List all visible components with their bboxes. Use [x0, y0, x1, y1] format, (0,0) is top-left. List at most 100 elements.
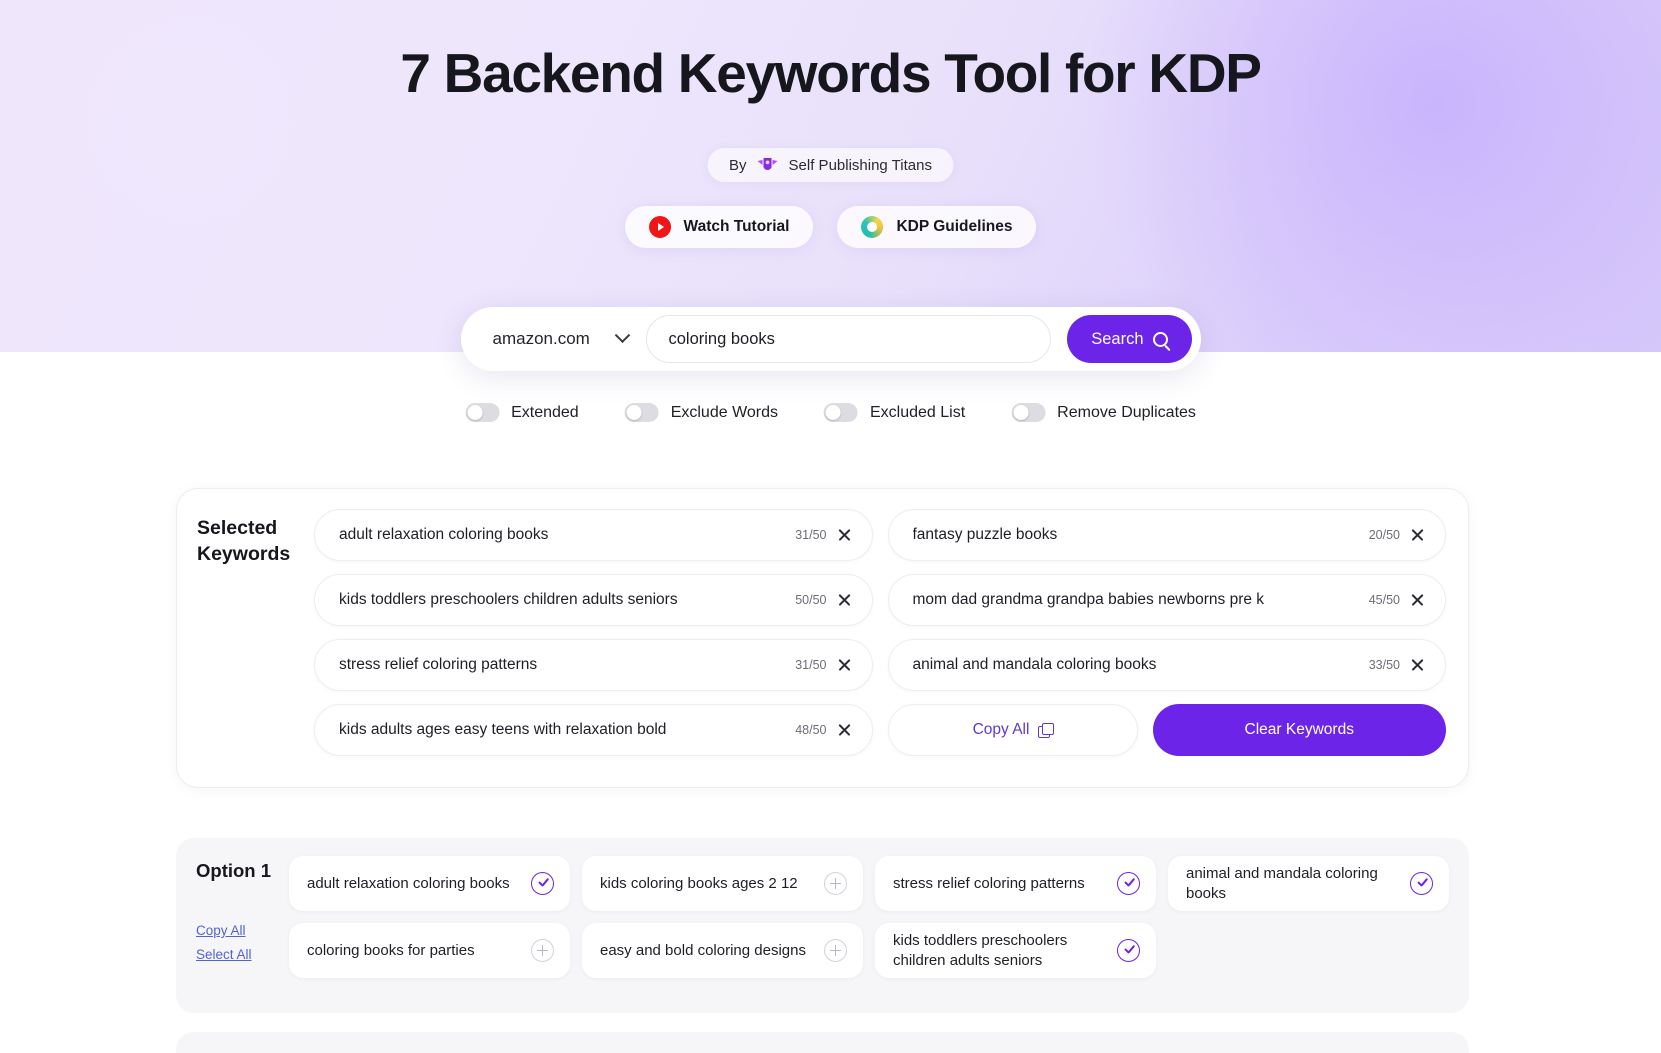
selected-keywords-title: Selected Keywords	[197, 517, 291, 566]
option-keyword-item[interactable]: kids coloring books ages 2 12	[582, 856, 863, 911]
selected-keyword-text: fantasy puzzle books	[912, 526, 1058, 543]
remove-keyword-icon[interactable]	[1410, 528, 1425, 543]
option-keyword-item[interactable]: kids toddlers preschoolers children adul…	[875, 923, 1156, 978]
page-title: 7 Backend Keywords Tool for KDP	[400, 42, 1262, 104]
option-keyword-item[interactable]: easy and bold coloring designs	[582, 923, 863, 978]
plus-circle-icon[interactable]	[824, 872, 847, 895]
selected-keyword-row: mom dad grandma grandpa babies newborns …	[887, 574, 1446, 626]
check-circle-icon[interactable]	[1117, 939, 1140, 962]
check-circle-icon[interactable]	[1117, 872, 1140, 895]
hero-banner: 7 Backend Keywords Tool for KDP By Self …	[0, 0, 1661, 352]
chevron-down-icon	[614, 326, 630, 343]
selected-keyword-count: 50/50	[795, 593, 827, 607]
selected-keyword-text: animal and mandala coloring books	[912, 656, 1157, 673]
check-circle-icon[interactable]	[531, 872, 554, 895]
plus-circle-icon[interactable]	[824, 939, 847, 962]
selected-keyword-count: 31/50	[795, 528, 827, 542]
selected-keyword-count: 48/50	[795, 723, 827, 737]
selected-keyword-row: adult relaxation coloring books 31/50	[314, 509, 873, 561]
option-keyword-item[interactable]: stress relief coloring patterns	[875, 856, 1156, 911]
clear-keywords-label: Clear Keywords	[1244, 721, 1354, 738]
copy-all-selected-label: Copy All	[972, 721, 1030, 738]
youtube-icon	[648, 216, 671, 238]
selected-keyword-count: 33/50	[1368, 658, 1400, 672]
kdp-guidelines-label: KDP Guidelines	[896, 218, 1013, 235]
option-keyword-text: adult relaxation coloring books	[307, 874, 510, 892]
toggle-remove-duplicates-label: Remove Duplicates	[1057, 403, 1196, 421]
selected-keyword-count: 20/50	[1368, 528, 1400, 542]
toggle-excluded-list-label: Excluded List	[870, 403, 966, 421]
next-option-card-peek	[176, 1032, 1469, 1053]
selected-keyword-text: adult relaxation coloring books	[339, 526, 549, 543]
option-keyword-text: coloring books for parties	[307, 941, 475, 959]
option-keyword-item[interactable]: animal and mandala coloring books	[1168, 856, 1449, 911]
filter-toggles: Extended Exclude Words Excluded List Rem…	[465, 403, 1196, 422]
titans-logo-icon	[756, 156, 780, 174]
kdp-icon	[861, 216, 884, 238]
toggle-excluded-list[interactable]: Excluded List	[824, 403, 965, 422]
option-keyword-item[interactable]: coloring books for parties	[289, 923, 570, 978]
copy-all-selected-button[interactable]: Copy All	[887, 704, 1138, 756]
toggle-exclude-words-switch[interactable]	[624, 403, 659, 422]
option-keyword-text: stress relief coloring patterns	[893, 874, 1085, 892]
remove-keyword-icon[interactable]	[837, 658, 852, 673]
app-root: 7 Backend Keywords Tool for KDP By Self …	[0, 0, 1661, 1053]
search-icon	[1152, 331, 1168, 347]
option-1-links: Copy All Select All	[196, 923, 252, 962]
toggle-extended-label: Extended	[511, 403, 579, 421]
toggle-excluded-list-switch[interactable]	[824, 403, 859, 422]
kdp-guidelines-button[interactable]: KDP Guidelines	[837, 206, 1037, 248]
by-label: By	[729, 156, 747, 174]
toggle-exclude-words-label: Exclude Words	[670, 403, 779, 421]
toggle-remove-duplicates[interactable]: Remove Duplicates	[1011, 403, 1196, 422]
selected-keywords-grid: adult relaxation coloring books 31/50 fa…	[314, 509, 1446, 756]
by-badge: By Self Publishing Titans	[707, 148, 954, 182]
selected-keyword-text: kids adults ages easy teens with relaxat…	[339, 721, 667, 738]
selected-keyword-text: mom dad grandma grandpa babies newborns …	[912, 591, 1265, 608]
search-button-label: Search	[1091, 329, 1144, 348]
remove-keyword-icon[interactable]	[1410, 593, 1425, 608]
option-keyword-text: easy and bold coloring designs	[600, 941, 806, 959]
option-keyword-item[interactable]: adult relaxation coloring books	[289, 856, 570, 911]
watch-tutorial-label: Watch Tutorial	[683, 218, 790, 235]
check-circle-icon[interactable]	[1410, 872, 1433, 895]
selected-keyword-text: stress relief coloring patterns	[339, 656, 538, 673]
plus-circle-icon[interactable]	[531, 939, 554, 962]
selected-keyword-count: 45/50	[1368, 593, 1400, 607]
selected-keyword-row: kids toddlers preschoolers children adul…	[314, 574, 873, 626]
search-button[interactable]: Search	[1067, 315, 1192, 363]
selected-keyword-row: animal and mandala coloring books 33/50	[887, 639, 1446, 691]
copy-icon	[1038, 723, 1055, 738]
selected-keywords-panel: Selected Keywords adult relaxation color…	[176, 488, 1469, 788]
search-input[interactable]	[645, 315, 1052, 363]
selected-keyword-row: fantasy puzzle books 20/50	[887, 509, 1446, 561]
remove-keyword-icon[interactable]	[837, 723, 852, 738]
selected-keyword-text: kids toddlers preschoolers children adul…	[339, 591, 678, 608]
option-keyword-text: animal and mandala coloring books	[1186, 865, 1378, 902]
option-keyword-text: kids toddlers preschoolers children adul…	[893, 932, 1068, 969]
selected-keyword-row: kids adults ages easy teens with relaxat…	[314, 704, 873, 756]
domain-select-value: amazon.com	[492, 329, 590, 348]
option-1-title: Option 1	[196, 860, 272, 881]
selected-keyword-row: stress relief coloring patterns 31/50	[314, 639, 873, 691]
panel-actions: Copy All Clear Keywords	[887, 704, 1446, 756]
clear-keywords-button[interactable]: Clear Keywords	[1152, 704, 1446, 756]
search-bar: amazon.com Search	[460, 307, 1201, 371]
option-select-all-link[interactable]: Select All	[196, 947, 252, 962]
option-1-grid: adult relaxation coloring books kids col…	[289, 856, 1449, 978]
option-1-card: Option 1 Copy All Select All adult relax…	[176, 838, 1469, 1013]
hero-button-group: Watch Tutorial KDP Guidelines	[624, 206, 1037, 248]
by-brand: Self Publishing Titans	[788, 156, 932, 174]
option-copy-all-link[interactable]: Copy All	[196, 923, 252, 938]
remove-keyword-icon[interactable]	[837, 593, 852, 608]
watch-tutorial-button[interactable]: Watch Tutorial	[624, 206, 814, 248]
option-keyword-text: kids coloring books ages 2 12	[600, 874, 798, 892]
toggle-exclude-words[interactable]: Exclude Words	[624, 403, 779, 422]
domain-select[interactable]: amazon.com	[461, 309, 646, 369]
toggle-extended-switch[interactable]	[465, 403, 500, 422]
selected-keyword-count: 31/50	[795, 658, 827, 672]
remove-keyword-icon[interactable]	[1410, 658, 1425, 673]
toggle-extended[interactable]: Extended	[465, 403, 579, 422]
remove-keyword-icon[interactable]	[837, 528, 852, 543]
toggle-remove-duplicates-switch[interactable]	[1011, 403, 1046, 422]
